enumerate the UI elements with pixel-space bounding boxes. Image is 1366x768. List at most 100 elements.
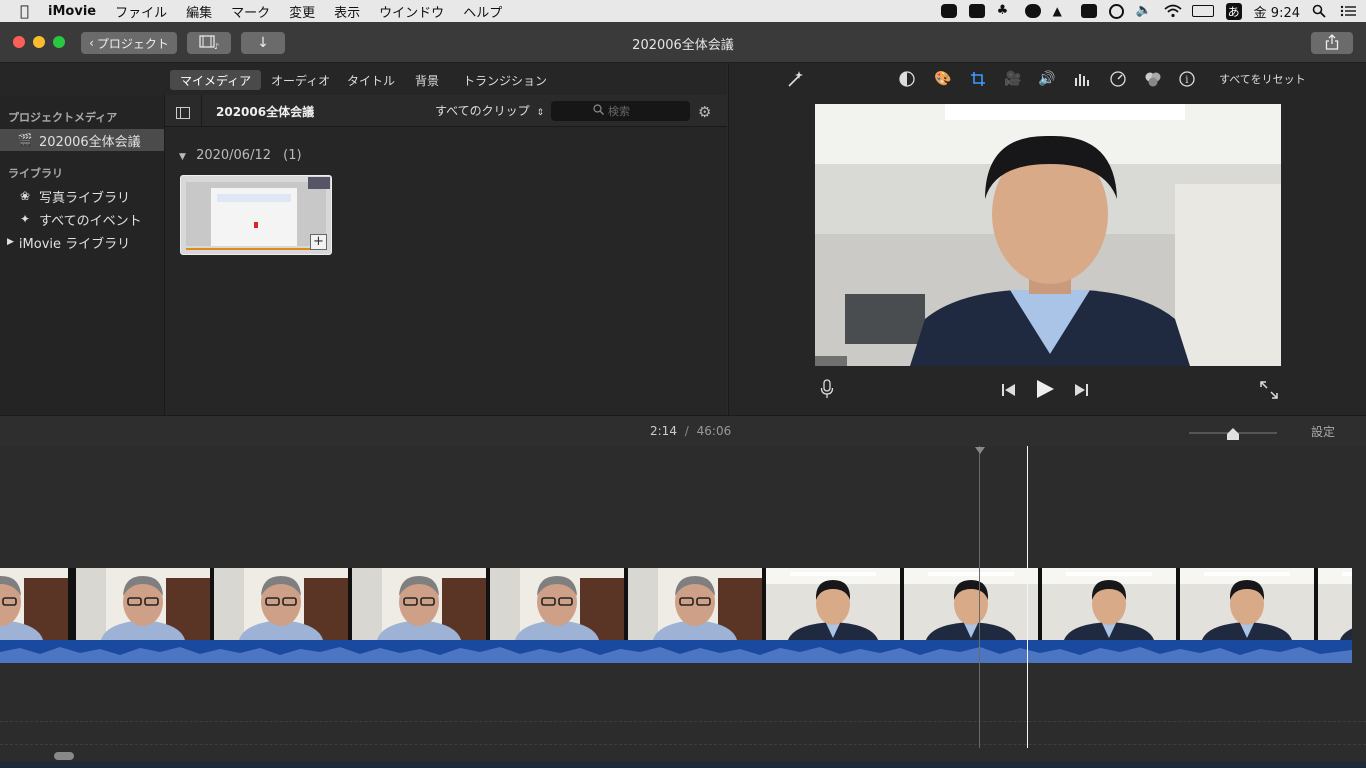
tab-backgrounds[interactable]: 背景 [405, 70, 449, 90]
cloud-upload-icon[interactable] [1024, 4, 1041, 18]
zoom-icon[interactable] [968, 4, 985, 18]
updown-chevron-icon: ⇕ [536, 108, 545, 118]
browser-title: 202006全体会議 [216, 105, 315, 119]
menu-modify[interactable]: 変更 [289, 2, 315, 21]
voiceover-microphone-icon[interactable] [820, 379, 834, 403]
timeline-settings-button[interactable]: 設定 [1311, 423, 1335, 440]
timeline-area [0, 446, 1366, 768]
share-icon [1325, 33, 1339, 53]
volume-icon[interactable]: 🔈 [1136, 4, 1152, 18]
spotlight-search-icon[interactable] [1312, 4, 1328, 18]
menu-window[interactable]: ウインドウ [379, 2, 444, 21]
browser-settings-gear-icon[interactable]: ⚙ [698, 103, 711, 121]
menu-edit[interactable]: 編集 [186, 2, 212, 21]
color-balance-icon[interactable] [897, 70, 917, 88]
skimmer-marker-icon[interactable] [975, 447, 985, 454]
disclosure-triangle-icon[interactable]: ▶ [7, 237, 14, 247]
skimmer-line[interactable] [979, 446, 980, 748]
disclosure-down-icon: ▼ [179, 152, 186, 162]
timeline-header: 2:14 / 46:06 設定 [0, 415, 1366, 447]
menu-file[interactable]: ファイル [115, 2, 167, 21]
clip-filter-icon[interactable] [1143, 70, 1163, 88]
add-to-timeline-icon[interactable]: + [310, 234, 327, 250]
date-group-label: 2020/06/12 [196, 148, 271, 163]
window-titlebar: ‹ プロジェクト ♪ ↓ 202006全体会議 [0, 22, 1366, 63]
browser-toolbar: 202006全体会議 すべてのクリップ ⇕ 検索 ⚙ [165, 95, 727, 127]
apple-menu-icon[interactable]:  [20, 2, 29, 20]
info-icon[interactable]: i [1177, 70, 1197, 88]
sidebar-item-all-events[interactable]: ✦ すべてのイベント [0, 208, 164, 230]
menu-view[interactable]: 表示 [334, 2, 360, 21]
clip-thumbnail[interactable]: + [180, 175, 332, 255]
tab-my-media[interactable]: マイメディア [170, 70, 262, 90]
evernote-icon[interactable] [1080, 4, 1097, 18]
video-frame-speaker [815, 104, 1281, 366]
zoom-slider-knob[interactable] [1227, 425, 1239, 440]
video-clip-strip[interactable] [0, 567, 1352, 663]
sidebar-item-project[interactable]: 🎬 202006全体会議 [0, 129, 164, 151]
play-icon[interactable] [1035, 379, 1055, 403]
playhead[interactable] [1027, 446, 1028, 748]
sidebar-item-photos-label: 写真ライブラリ [39, 190, 131, 206]
wifi-icon[interactable] [1164, 4, 1182, 18]
sidebar-item-project-label: 202006全体会議 [39, 134, 141, 150]
menu-app-name[interactable]: iMovie [48, 4, 96, 19]
magic-wand-icon[interactable] [785, 70, 805, 88]
clip-filter-select[interactable]: すべてのクリップ ⇕ [435, 102, 544, 119]
timeline-guide-line [0, 744, 1366, 745]
star-icon: ✦ [19, 212, 31, 226]
skip-forward-icon[interactable] [1073, 382, 1089, 401]
total-time: 46:06 [696, 424, 732, 438]
sidebar-toggle-icon[interactable] [176, 104, 190, 123]
fullscreen-icon[interactable] [1260, 381, 1278, 403]
project-media-header: プロジェクトメディア [8, 111, 118, 124]
clip-filter-value: すべてのクリップ [435, 104, 530, 118]
equalizer-icon[interactable] [1072, 70, 1092, 88]
photos-icon: ❀ [19, 189, 31, 203]
date-group-count: (1) [283, 148, 302, 163]
menu-mark[interactable]: マーク [231, 2, 270, 21]
speed-gauge-icon[interactable] [1108, 70, 1128, 88]
tab-transitions[interactable]: トランジション [453, 70, 557, 90]
input-method-indicator[interactable]: あ [1225, 2, 1242, 20]
sidebar-item-photos-library[interactable]: ❀ 写真ライブラリ [0, 185, 164, 207]
libraries-header: ライブラリ [8, 167, 63, 180]
color-palette-icon[interactable]: 🎨 [933, 70, 953, 88]
sidebar-item-imovie-library[interactable]: ▶ iMovie ライブラリ [0, 231, 164, 253]
timeline-zoom-slider[interactable] [1189, 428, 1277, 440]
search-icon [593, 104, 604, 118]
clover-icon[interactable]: ♣ [997, 4, 1013, 18]
crop-icon[interactable] [968, 70, 988, 88]
drive-icon[interactable]: ▲ [1053, 4, 1069, 18]
line-icon[interactable] [940, 4, 957, 18]
viewer-panel: 🎨 🎥 🔊 i すべてをリセット [728, 63, 1366, 415]
library-sidebar: プロジェクトメディア 🎬 202006全体会議 ライブラリ ❀ 写真ライブラリ … [0, 95, 165, 415]
search-field[interactable]: 検索 [551, 101, 690, 121]
reset-all-button[interactable]: すべてをリセット [1219, 71, 1306, 87]
horizontal-scrollbar[interactable] [54, 752, 74, 760]
menu-help[interactable]: ヘルプ [463, 2, 502, 21]
tab-titles[interactable]: タイトル [337, 70, 405, 90]
timecode-display: 2:14 / 46:06 [650, 424, 731, 438]
menu-bar:  iMovie ファイル 編集 マーク 変更 表示 ウインドウ ヘルプ ♣ ▲… [0, 0, 1366, 22]
share-button[interactable] [1311, 32, 1353, 54]
current-time: 2:14 [650, 424, 677, 438]
sync-icon[interactable] [1108, 3, 1124, 19]
clip-slide-heading [217, 194, 291, 202]
volume-icon[interactable]: 🔊 [1037, 70, 1057, 88]
menubar-clock[interactable]: 金 9:24 [1254, 2, 1300, 21]
sidebar-item-imovie-library-label: iMovie ライブラリ [18, 236, 131, 252]
skip-back-icon[interactable] [1001, 382, 1017, 401]
date-group-header[interactable]: ▼ 2020/06/12 (1) [179, 148, 302, 163]
tab-audio[interactable]: オーディオ [261, 70, 340, 90]
sidebar-item-all-events-label: すべてのイベント [39, 213, 142, 229]
notification-center-icon[interactable] [1340, 4, 1356, 18]
svg-text:i: i [1185, 75, 1188, 86]
search-placeholder: 検索 [608, 105, 630, 118]
clip-speaker-inset [308, 177, 330, 189]
battery-icon[interactable] [1191, 5, 1214, 17]
media-browser: 202006全体会議 すべてのクリップ ⇕ 検索 ⚙ ▼ 2020/06/12 … [165, 95, 727, 415]
time-separator: / [684, 424, 689, 438]
stabilization-camera-icon[interactable]: 🎥 [1003, 70, 1023, 88]
document-title: 202006全体会議 [632, 38, 734, 53]
